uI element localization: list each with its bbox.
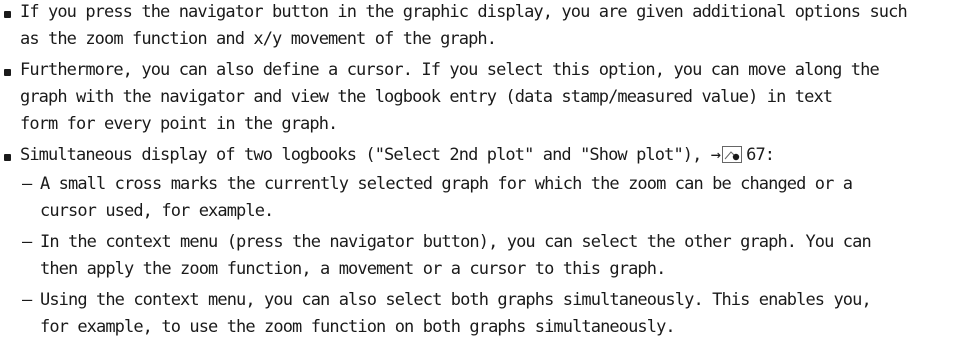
bullet-2-line-2: graph with the navigator and view the lo… [20, 87, 833, 107]
subitem-3-line-2: for example, to use the zoom function on… [40, 317, 676, 337]
subitem-1-line-1: A small cross marks the currently select… [40, 174, 853, 194]
subitem-2-line-2: then apply the zoom function, a movement… [40, 259, 666, 279]
dash-marker: – [22, 290, 33, 310]
bullet-marker [4, 69, 11, 76]
bullet-2-line-1: Furthermore, you can also define a curso… [20, 60, 880, 80]
page-reference-icon [722, 146, 743, 170]
subitem-3-line-1: Using the context menu, you can also sel… [40, 290, 872, 310]
bullet-3-text: Simultaneous display of two logbooks ("S… [20, 145, 721, 165]
bullet-1-line-2: as the zoom function and x/y movement of… [20, 29, 497, 49]
bullet-1-line-1: If you press the navigator button in the… [20, 2, 908, 22]
bullet-3-line-1: Simultaneous display of two logbooks ("S… [20, 143, 775, 170]
bullet-marker [4, 11, 11, 18]
dash-marker: – [22, 232, 33, 252]
subitem-1-line-2: cursor used, for example. [40, 201, 274, 221]
subitem-2-line-1: In the context menu (press the navigator… [40, 232, 872, 252]
bullet-2-line-3: form for every point in the graph. [20, 114, 338, 134]
document-page: If you press the navigator button in the… [0, 0, 970, 352]
dash-marker: – [22, 174, 33, 194]
bullet-marker [4, 154, 11, 161]
page-reference-number: 67: [746, 145, 775, 165]
